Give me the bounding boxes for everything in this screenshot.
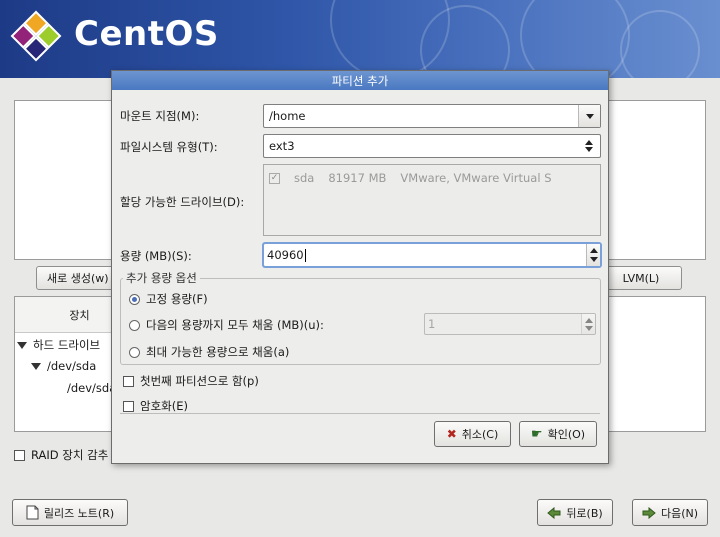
encrypt-checkbox[interactable]: 암호화(E) bbox=[123, 398, 188, 414]
expander-icon[interactable] bbox=[31, 363, 41, 370]
fill-up-to-radio[interactable]: 다음의 용량까지 모두 채움 (MB)(u): bbox=[129, 317, 324, 333]
ok-label: 확인(O) bbox=[547, 428, 586, 441]
next-button[interactable]: 다음(N) bbox=[632, 499, 708, 526]
back-label: 뒤로(B) bbox=[566, 506, 603, 520]
tree-row-label: /dev/sda bbox=[67, 381, 117, 395]
radio-selected-icon[interactable] bbox=[129, 293, 140, 305]
add-partition-dialog: 파티션 추가 마운트 지점(M): /home 파일시스템 유형(T): ext… bbox=[111, 70, 609, 464]
back-button[interactable]: 뒤로(B) bbox=[537, 499, 613, 526]
dialog-titlebar[interactable]: 파티션 추가 bbox=[112, 71, 608, 90]
drive-row-sda: ✓ sda 81917 MB VMware, VMware Virtual S bbox=[269, 171, 552, 185]
spin-arrows-icon[interactable] bbox=[586, 244, 600, 266]
fs-type-select[interactable]: ext3 bbox=[263, 134, 601, 158]
tree-row-label: 하드 드라이브 bbox=[33, 338, 101, 352]
hide-raid-label: RAID 장치 감추 bbox=[31, 448, 109, 462]
centos-logo-icon bbox=[10, 10, 62, 62]
size-value: 40960 bbox=[267, 248, 304, 262]
fill-max-radio[interactable]: 최대 가능한 용량으로 채움(a) bbox=[129, 344, 289, 360]
additional-size-options-legend: 추가 용량 옵션 bbox=[123, 270, 200, 286]
mount-point-label: 마운트 지점(M): bbox=[120, 109, 200, 123]
dialog-separator bbox=[120, 413, 600, 414]
allowable-drives-list: ✓ sda 81917 MB VMware, VMware Virtual S bbox=[263, 164, 601, 236]
force-primary-checkbox[interactable]: 첫번째 파티션으로 함(p) bbox=[123, 373, 259, 389]
fill-up-to-value: 1 bbox=[428, 317, 436, 331]
radio-icon[interactable] bbox=[129, 346, 140, 358]
size-spinbutton[interactable]: 40960 bbox=[262, 242, 602, 268]
fs-type-label: 파일시스템 유형(T): bbox=[120, 140, 218, 154]
drive-name: sda bbox=[294, 171, 315, 185]
hide-raid-checkbox[interactable]: RAID 장치 감추 bbox=[14, 447, 108, 463]
radio-icon[interactable] bbox=[129, 319, 140, 331]
column-header-device-label: 장치 bbox=[69, 308, 90, 322]
checkbox-icon[interactable] bbox=[123, 375, 134, 387]
fill-max-label: 최대 가능한 용량으로 채움(a) bbox=[146, 345, 290, 359]
spin-arrows-icon[interactable] bbox=[581, 314, 595, 334]
checkbox-icon[interactable] bbox=[14, 449, 25, 461]
installer-banner: CentOS bbox=[0, 0, 720, 78]
drive-size: 81917 MB bbox=[328, 171, 387, 185]
expander-icon[interactable] bbox=[17, 342, 27, 349]
cancel-icon: ✖ bbox=[446, 427, 457, 441]
force-primary-label: 첫번째 파티션으로 함(p) bbox=[140, 374, 259, 388]
tree-row-sda[interactable]: /dev/sda bbox=[31, 359, 96, 373]
centos-logo-text: CentOS bbox=[74, 14, 219, 54]
arrow-left-icon bbox=[547, 506, 561, 519]
tree-row-hard-drives[interactable]: 하드 드라이브 bbox=[17, 337, 100, 353]
ok-button[interactable]: ☛ 확인(O) bbox=[519, 421, 597, 447]
updown-arrow-icon[interactable] bbox=[578, 135, 600, 157]
mount-point-value: /home bbox=[269, 109, 306, 123]
document-icon bbox=[26, 505, 39, 520]
new-partition-label: 새로 생성(w) bbox=[47, 272, 109, 285]
size-label: 용량 (MB)(S): bbox=[120, 249, 192, 263]
lvm-button[interactable]: LVM(L) bbox=[600, 266, 682, 290]
dialog-title: 파티션 추가 bbox=[331, 73, 389, 88]
fs-type-value: ext3 bbox=[269, 139, 295, 153]
cancel-label: 취소(C) bbox=[461, 428, 499, 441]
release-notes-button[interactable]: 릴리즈 노트(R) bbox=[12, 499, 128, 526]
tree-row-label: /dev/sda bbox=[47, 359, 97, 373]
encrypt-label: 암호화(E) bbox=[140, 399, 188, 413]
lvm-label: LVM(L) bbox=[622, 271, 660, 285]
fill-up-to-spinbutton[interactable]: 1 bbox=[424, 313, 596, 335]
fill-up-to-label: 다음의 용량까지 모두 채움 (MB)(u): bbox=[146, 318, 324, 332]
drive-checkbox-icon: ✓ bbox=[269, 172, 280, 184]
mount-point-combo[interactable]: /home bbox=[263, 104, 601, 128]
drive-model: VMware, VMware Virtual S bbox=[400, 171, 552, 185]
arrow-right-icon bbox=[642, 506, 656, 519]
text-cursor bbox=[304, 248, 306, 262]
cancel-button[interactable]: ✖ 취소(C) bbox=[434, 421, 511, 447]
dropdown-arrow-icon[interactable] bbox=[578, 105, 600, 127]
fixed-size-radio[interactable]: 고정 용량(F) bbox=[129, 291, 208, 307]
release-notes-label: 릴리즈 노트(R) bbox=[43, 506, 115, 520]
fixed-size-label: 고정 용량(F) bbox=[146, 292, 208, 306]
drives-label: 할당 가능한 드라이브(D): bbox=[120, 195, 245, 209]
checkbox-icon[interactable] bbox=[123, 400, 134, 412]
tree-row-sda-partition[interactable]: /dev/sda bbox=[67, 381, 116, 395]
ok-hand-icon: ☛ bbox=[530, 426, 543, 442]
next-label: 다음(N) bbox=[660, 506, 699, 520]
